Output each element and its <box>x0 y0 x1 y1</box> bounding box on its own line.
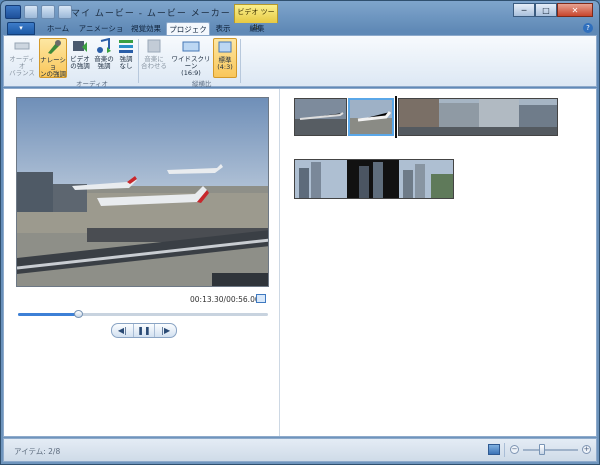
tab-visual-effects[interactable]: 視覚効果 <box>127 22 165 35</box>
widescreen-label: ワイドスクリーン (16:9) <box>171 55 211 77</box>
file-menu-button[interactable]: ▾ <box>7 22 35 35</box>
ribbon-panel: オーディオ バランス ナレーショ ンの強調 ビデオ の強調 音楽の 強調 強調 … <box>3 35 597 88</box>
zoom-in-button[interactable]: + <box>582 445 591 454</box>
narration-emphasis-label: ナレーショ ンの強調 <box>40 56 66 78</box>
clip-thumbnail-1[interactable] <box>294 98 347 136</box>
music-emphasis-button[interactable]: 音楽の 強調 <box>93 38 115 78</box>
status-separator <box>504 443 505 457</box>
equalizer-icon <box>119 40 133 53</box>
pause-button[interactable]: ❚❚ <box>134 324 156 337</box>
audio-group-label: オーディオ <box>76 80 109 88</box>
window-controls: ─ □ ✕ <box>513 3 593 17</box>
standard-screen-icon <box>218 41 232 53</box>
seek-progress <box>18 313 78 316</box>
zoom-out-button[interactable]: − <box>510 445 519 454</box>
video-preview[interactable] <box>16 97 269 287</box>
tab-project[interactable]: プロジェクト <box>166 22 210 47</box>
next-frame-button[interactable]: |▶ <box>155 324 176 337</box>
thumbnail-size-icon[interactable] <box>488 444 500 455</box>
seek-thumb[interactable] <box>74 310 83 318</box>
skyscraper-clip-image <box>295 160 453 198</box>
fit-to-music-icon <box>147 39 161 53</box>
previous-frame-button[interactable]: ◀| <box>112 324 134 337</box>
airport-scene-image <box>17 98 268 286</box>
help-icon[interactable]: ? <box>583 23 593 33</box>
microphone-icon <box>48 40 61 54</box>
status-bar: アイテム: 2/8 − + <box>3 438 597 462</box>
audio-balance-label: オーディオ バランス <box>9 55 35 77</box>
no-emphasis-button[interactable]: 強調 なし <box>117 38 135 78</box>
tab-animations[interactable]: アニメーション <box>77 22 125 46</box>
film-arrow-icon <box>73 41 87 52</box>
title-bar: マイ ムービー - ムービー メーカー ビデオ ツール ─ □ ✕ <box>1 1 599 31</box>
redo-icon[interactable] <box>58 5 72 19</box>
zoom-slider-thumb[interactable] <box>539 444 545 455</box>
tab-home[interactable]: ホーム <box>41 22 75 35</box>
clip-thumbnail-3[interactable] <box>398 98 558 136</box>
tab-edit[interactable]: 編集 <box>240 22 274 35</box>
clip-thumbnail-4[interactable] <box>294 159 454 199</box>
window-title: マイ ムービー - ムービー メーカー <box>71 9 231 19</box>
transport-controls: ◀| ❚❚ |▶ <box>111 323 177 338</box>
zoom-slider-track[interactable] <box>523 449 578 451</box>
video-emphasis-button[interactable]: ビデオ の強調 <box>69 38 91 78</box>
save-icon[interactable] <box>24 5 38 19</box>
narration-emphasis-button[interactable]: ナレーショ ンの強調 <box>39 38 67 78</box>
pane-divider[interactable] <box>279 89 280 436</box>
fit-to-music-button[interactable]: 音楽に 合わせる <box>141 38 167 78</box>
app-window: マイ ムービー - ムービー メーカー ビデオ ツール ─ □ ✕ ▾ ホーム … <box>0 0 600 465</box>
group-separator <box>240 39 241 83</box>
quick-access-toolbar <box>5 4 72 20</box>
close-button[interactable]: ✕ <box>557 3 593 17</box>
app-menu-icon[interactable] <box>5 5 21 19</box>
main-area: 00:13.30/00:56.00 ◀| ❚❚ |▶ <box>3 88 597 437</box>
airport-clip-image <box>350 100 392 134</box>
no-emphasis-label: 強調 なし <box>119 55 133 70</box>
tab-view[interactable]: 表示 <box>212 22 234 35</box>
audio-balance-icon <box>14 42 30 50</box>
preview-pane: 00:13.30/00:56.00 ◀| ❚❚ |▶ <box>4 89 280 436</box>
widescreen-icon <box>182 41 200 52</box>
undo-icon[interactable] <box>41 5 55 19</box>
playhead-cursor[interactable] <box>395 96 397 138</box>
city-street-clip-image <box>399 99 557 135</box>
aspect-ratio-group-label: 縦横比 <box>192 80 212 88</box>
minimize-button[interactable]: ─ <box>513 3 535 17</box>
clip-thumbnail-2-selected[interactable] <box>348 98 394 136</box>
music-emphasis-label: 音楽の 強調 <box>94 55 114 70</box>
standard-aspect-label: 標準 (4:3) <box>217 56 233 71</box>
airport-clip-image <box>295 99 346 135</box>
seek-bar[interactable] <box>18 310 268 318</box>
group-separator <box>138 39 139 83</box>
audio-balance-button[interactable]: オーディオ バランス <box>7 38 37 78</box>
standard-aspect-button[interactable]: 標準 (4:3) <box>213 38 237 78</box>
storyboard <box>281 89 596 436</box>
widescreen-button[interactable]: ワイドスクリーン (16:9) <box>171 38 211 78</box>
item-count: アイテム: 2/8 <box>14 447 61 456</box>
fit-to-music-label: 音楽に 合わせる <box>141 55 167 70</box>
timecode: 00:13.30/00:56.00 <box>190 295 260 304</box>
video-tools-context-header: ビデオ ツール <box>234 4 278 31</box>
ribbon-tab-row: ▾ ホーム アニメーション 視覚効果 プロジェクト 表示 編集 ? <box>1 22 599 47</box>
music-note-icon <box>97 38 111 53</box>
maximize-button[interactable]: □ <box>535 3 557 17</box>
fullscreen-icon[interactable] <box>256 294 266 303</box>
video-emphasis-label: ビデオ の強調 <box>70 55 90 70</box>
